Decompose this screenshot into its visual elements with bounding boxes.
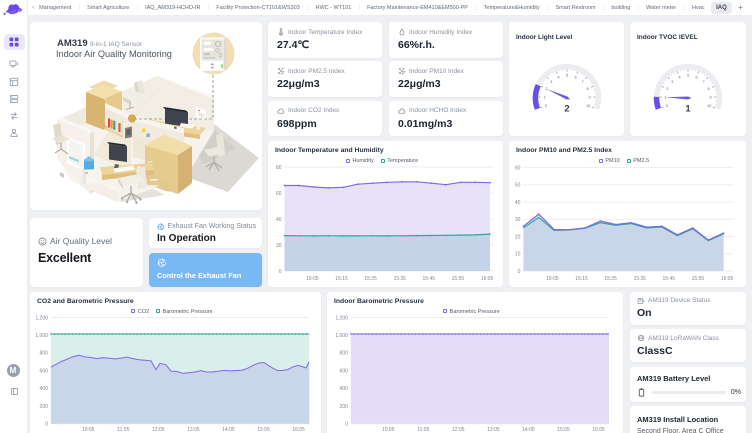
svg-text:50: 50 bbox=[515, 183, 521, 189]
svg-text:15:05: 15:05 bbox=[257, 427, 270, 433]
svg-text:11:05: 11:05 bbox=[417, 427, 429, 433]
svg-text:16:05: 16:05 bbox=[292, 427, 305, 433]
svg-text:6: 6 bbox=[695, 75, 697, 79]
svg-text:5: 5 bbox=[566, 74, 568, 78]
svg-text:1,000: 1,000 bbox=[335, 333, 348, 339]
svg-text:13:05: 13:05 bbox=[187, 427, 200, 433]
svg-text:1,200: 1,200 bbox=[35, 315, 48, 321]
svg-text:16:05: 16:05 bbox=[592, 427, 605, 433]
svg-text:15:35: 15:35 bbox=[393, 276, 406, 282]
svg-text:6: 6 bbox=[574, 75, 576, 79]
svg-text:800: 800 bbox=[40, 350, 49, 356]
svg-text:30: 30 bbox=[515, 217, 521, 223]
svg-text:13:05: 13:05 bbox=[487, 427, 500, 433]
svg-text:10: 10 bbox=[707, 104, 711, 108]
svg-text:10:05: 10:05 bbox=[382, 427, 395, 433]
svg-text:40: 40 bbox=[276, 217, 282, 223]
svg-text:40: 40 bbox=[515, 200, 521, 206]
svg-text:3: 3 bbox=[671, 80, 673, 84]
svg-text:20: 20 bbox=[276, 243, 282, 249]
svg-text:0: 0 bbox=[666, 104, 668, 108]
svg-text:AM319: AM319 bbox=[57, 38, 88, 49]
svg-text:4: 4 bbox=[678, 75, 680, 79]
svg-text:15:15: 15:15 bbox=[575, 276, 588, 282]
svg-text:0: 0 bbox=[545, 104, 547, 108]
svg-text:1: 1 bbox=[543, 96, 545, 100]
svg-text:15:15: 15:15 bbox=[335, 276, 348, 282]
svg-text:0: 0 bbox=[518, 269, 521, 275]
svg-text:20: 20 bbox=[515, 234, 521, 240]
svg-text:15:35: 15:35 bbox=[633, 276, 646, 282]
svg-text:60: 60 bbox=[276, 191, 282, 197]
svg-text:600: 600 bbox=[40, 368, 49, 374]
svg-text:1,200: 1,200 bbox=[335, 315, 348, 321]
svg-text:5: 5 bbox=[687, 74, 689, 78]
svg-text:15:45: 15:45 bbox=[663, 276, 676, 282]
svg-text:2: 2 bbox=[545, 87, 547, 91]
svg-text:400: 400 bbox=[40, 386, 49, 392]
svg-text:15:05: 15:05 bbox=[557, 427, 570, 433]
svg-text:60: 60 bbox=[515, 165, 521, 171]
svg-text:1,000: 1,000 bbox=[35, 333, 48, 339]
svg-text:0: 0 bbox=[279, 269, 282, 275]
svg-text:1: 1 bbox=[664, 96, 666, 100]
svg-text:8: 8 bbox=[587, 87, 589, 91]
svg-text:11:05: 11:05 bbox=[117, 427, 129, 433]
svg-text:12:05: 12:05 bbox=[152, 427, 165, 433]
svg-text:16:05: 16:05 bbox=[481, 276, 494, 282]
svg-text:400: 400 bbox=[340, 386, 349, 392]
svg-text:8: 8 bbox=[708, 87, 710, 91]
svg-text:16:05: 16:05 bbox=[721, 276, 734, 282]
svg-text:10: 10 bbox=[515, 252, 521, 258]
svg-text:14:05: 14:05 bbox=[222, 427, 235, 433]
svg-text:15:05: 15:05 bbox=[306, 276, 319, 282]
svg-text:15:55: 15:55 bbox=[452, 276, 465, 282]
svg-text:9: 9 bbox=[710, 96, 712, 100]
svg-text:600: 600 bbox=[340, 368, 349, 374]
svg-text:2: 2 bbox=[564, 104, 569, 115]
svg-text:7: 7 bbox=[703, 80, 705, 84]
svg-text:2: 2 bbox=[666, 87, 668, 91]
svg-text:10: 10 bbox=[586, 104, 590, 108]
svg-text:14:05: 14:05 bbox=[522, 427, 535, 433]
svg-text:9: 9 bbox=[589, 96, 591, 100]
svg-text:15:25: 15:25 bbox=[364, 276, 377, 282]
svg-text:15:45: 15:45 bbox=[423, 276, 436, 282]
svg-text:0: 0 bbox=[45, 421, 48, 427]
svg-text:15:05: 15:05 bbox=[546, 276, 559, 282]
svg-text:Indoor Air Quality Monitoring: Indoor Air Quality Monitoring bbox=[56, 49, 172, 59]
svg-text:15:55: 15:55 bbox=[692, 276, 705, 282]
svg-text:15:25: 15:25 bbox=[604, 276, 617, 282]
svg-text:9-in-1 IAQ Sensor: 9-in-1 IAQ Sensor bbox=[90, 41, 143, 48]
svg-text:200: 200 bbox=[40, 403, 49, 409]
svg-text:10:05: 10:05 bbox=[82, 427, 95, 433]
svg-text:3: 3 bbox=[550, 80, 552, 84]
svg-text:12:05: 12:05 bbox=[452, 427, 465, 433]
svg-text:80: 80 bbox=[276, 165, 282, 171]
svg-text:1: 1 bbox=[685, 104, 691, 115]
svg-text:0: 0 bbox=[345, 421, 348, 427]
svg-text:800: 800 bbox=[340, 350, 349, 356]
svg-text:4: 4 bbox=[557, 75, 559, 79]
svg-text:7: 7 bbox=[582, 80, 584, 84]
svg-text:200: 200 bbox=[340, 403, 349, 409]
